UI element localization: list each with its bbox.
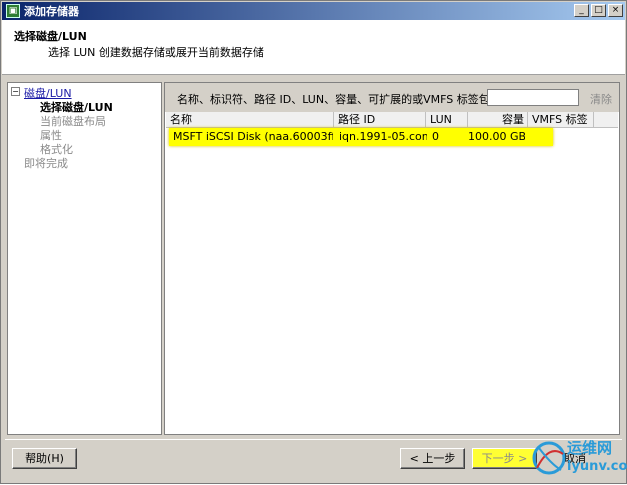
lun-table: 名称 路径 ID LUN 容量 VMFS 标签 MSFT iSCSI Disk … bbox=[166, 112, 618, 434]
minimize-button[interactable]: _ bbox=[574, 4, 589, 17]
close-button[interactable]: × bbox=[608, 4, 623, 17]
cell-path-id: iqn.1991-05.com.... bbox=[339, 130, 427, 143]
wizard-header: 选择磁盘/LUN 选择 LUN 创建数据存储或展开当前数据存储 bbox=[2, 20, 625, 75]
cell-capacity: 100.00 GB bbox=[468, 130, 525, 143]
storage-icon: ▣ bbox=[6, 4, 20, 18]
cell-lun: 0 bbox=[432, 130, 439, 143]
add-storage-window: ▣ 添加存储器 _ □ × 选择磁盘/LUN 选择 LUN 创建数据存储或展开当… bbox=[0, 0, 627, 484]
column-header-path-id[interactable]: 路径 ID bbox=[334, 112, 426, 128]
column-header-capacity[interactable]: 容量 bbox=[468, 112, 528, 128]
lun-list-panel: 名称、标识符、路径 ID、LUN、容量、可扩展的或VMFS 标签包含: ▾ 清除… bbox=[164, 82, 620, 435]
collapse-toggle-icon[interactable]: − bbox=[11, 87, 20, 96]
filter-label[interactable]: 名称、标识符、路径 ID、LUN、容量、可扩展的或VMFS 标签包含: ▾ bbox=[177, 91, 513, 107]
maximize-button[interactable]: □ bbox=[591, 4, 606, 17]
help-button[interactable]: 帮助(H) bbox=[12, 448, 77, 469]
watermark-url: iyunv.com bbox=[567, 459, 627, 474]
page-title: 选择磁盘/LUN bbox=[14, 30, 87, 43]
filter-input[interactable] bbox=[487, 89, 579, 106]
filter-bar: 名称、标识符、路径 ID、LUN、容量、可扩展的或VMFS 标签包含: ▾ 清除 bbox=[165, 83, 619, 112]
column-header-name[interactable]: 名称 bbox=[166, 112, 334, 128]
clear-button[interactable]: 清除 bbox=[590, 91, 612, 107]
page-subtitle: 选择 LUN 创建数据存储或展开当前数据存储 bbox=[48, 46, 264, 59]
watermark: 运维网 iyunv.com bbox=[529, 434, 627, 482]
wizard-steps-panel: − 磁盘/LUN 选择磁盘/LUN 当前磁盘布局 属性 格式化 即将完成 bbox=[7, 82, 162, 435]
table-header: 名称 路径 ID LUN 容量 VMFS 标签 bbox=[166, 112, 618, 128]
cell-name: MSFT iSCSI Disk (naa.60003ff24931... bbox=[173, 130, 333, 143]
back-button[interactable]: < 上一步 bbox=[400, 448, 465, 469]
window-title: 添加存储器 bbox=[24, 5, 79, 18]
next-button[interactable]: 下一步 > bbox=[472, 448, 537, 469]
watermark-text: 运维网 bbox=[567, 439, 613, 457]
step-ready-to-complete: 即将完成 bbox=[24, 157, 68, 170]
column-header-vmfs-label[interactable]: VMFS 标签 bbox=[528, 112, 594, 128]
title-bar: ▣ 添加存储器 _ □ × bbox=[2, 2, 625, 20]
column-header-lun[interactable]: LUN bbox=[426, 112, 468, 128]
